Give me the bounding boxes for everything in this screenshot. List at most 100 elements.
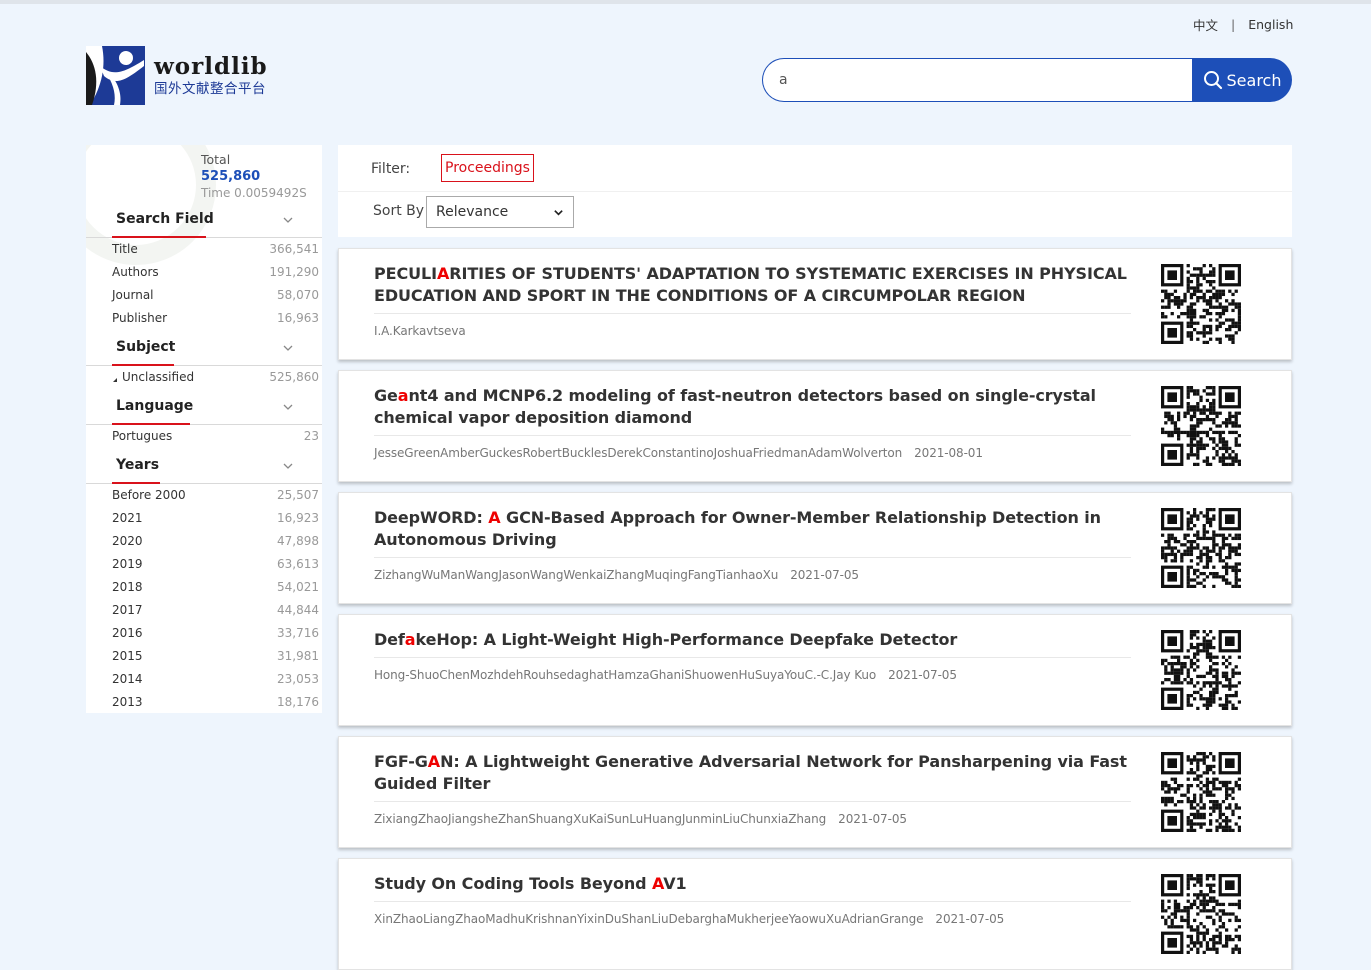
facet-row-count: 25,507 [277,488,319,502]
facet-row[interactable]: 2013 18,176 [86,691,322,713]
facet-row-count: 18,176 [277,695,319,709]
result-card: DeepWORD: A GCN-Based Approach for Owner… [338,492,1292,604]
facet-row[interactable]: 2017 44,844 [86,599,322,622]
search-bar: Search [762,58,1292,102]
facet-row-count: 54,021 [277,580,319,594]
filter-chip-proceedings[interactable]: Proceedings [441,154,534,182]
result-title-link[interactable]: FGF-GAN: A Lightweight Generative Advers… [374,751,1134,795]
facet-header[interactable]: Language [86,394,322,425]
facet-row[interactable]: Title 366,541 [86,238,322,261]
facet-language: Language Portugues 23 [86,394,322,448]
facet-row[interactable]: Unclassified 525,860 [86,366,322,389]
result-summary: Total 525,860 Time 0.0059492S [201,151,307,202]
facet-header[interactable]: Years [86,453,322,484]
facet-header[interactable]: Search Field [86,207,322,238]
title-highlight: A [436,264,450,283]
sort-select[interactable]: Relevance [426,196,574,228]
expand-triangle-icon[interactable] [113,378,117,382]
lang-separator: | [1231,17,1236,32]
authors-text: Hong-ShuoChenMozhdehRouhsedaghatHamzaGha… [374,668,877,682]
facet-row-count: 33,716 [277,626,319,640]
sort-selected-value: Relevance [436,204,509,220]
facet-row-count: 525,860 [269,370,319,384]
facet-row-count: 191,290 [269,265,319,279]
facet-row-label: 2013 [112,695,143,709]
result-authors[interactable]: ZixiangZhaoJiangsheZhanShuangXuKaiSunLuH… [374,812,907,826]
result-date: 2021-07-05 [888,668,957,682]
result-title-link[interactable]: PECULIARITIES OF STUDENTS' ADAPTATION TO… [374,263,1134,307]
logo-mark-icon [86,46,145,105]
facet-row-count: 47,898 [277,534,319,548]
title-highlight: A [427,752,441,771]
facet-title: Years [116,457,160,473]
result-authors[interactable]: JesseGreenAmberGuckesRobertBucklesDerekC… [374,446,983,460]
facet-row[interactable]: 2016 33,716 [86,622,322,645]
facet-row-count: 16,923 [277,511,319,525]
facet-row[interactable]: 2014 23,053 [86,668,322,691]
lang-en-link[interactable]: English [1248,17,1293,32]
facet-row[interactable]: Publisher 16,963 [86,307,322,330]
facet-row-count: 44,844 [277,603,319,617]
title-highlight: a [404,630,416,649]
facet-row-count: 31,981 [277,649,319,663]
result-title-link[interactable]: Geant4 and MCNP6.2 modeling of fast-neut… [374,385,1134,429]
result-card: Study On Coding Tools Beyond AV1 XinZhao… [338,858,1292,970]
authors-text: ZixiangZhaoJiangsheZhanShuangXuKaiSunLuH… [374,812,827,826]
facet-row-label: Before 2000 [112,488,186,502]
result-authors[interactable]: XinZhaoLiangZhaoMadhuKrishnanYixinDuShan… [374,912,1004,926]
site-logo[interactable]: worldlib 国外文献整合平台 [86,46,268,105]
title-highlight: a [397,386,409,405]
divider [374,901,1131,902]
facet-header[interactable]: Subject [86,335,322,366]
facet-row-label: Journal [112,288,154,302]
facet-row[interactable]: 2020 47,898 [86,530,322,553]
result-title-link[interactable]: DeepWORD: A GCN-Based Approach for Owner… [374,507,1134,551]
search-icon [1203,71,1222,90]
total-count: 525,860 [201,169,261,184]
search-button-label: Search [1226,70,1282,90]
result-title-link[interactable]: DefakeHop: A Light-Weight High-Performan… [374,629,1134,651]
facet-title: Subject [116,339,176,355]
facet-row-count: 366,541 [269,242,319,256]
authors-text: JesseGreenAmberGuckesRobertBucklesDerekC… [374,446,903,460]
facet-row[interactable]: 2018 54,021 [86,576,322,599]
result-authors[interactable]: I.A.Karkavtseva [374,324,466,338]
title-text: DeepWORD: [374,508,489,527]
facet-row[interactable]: Journal 58,070 [86,284,322,307]
facet-row[interactable]: Authors 191,290 [86,261,322,284]
facet-row-label: 2015 [112,649,143,663]
authors-text: ZizhangWuManWangJasonWangWenkaiZhangMuqi… [374,568,779,582]
search-input[interactable] [762,58,1192,102]
facet-row[interactable]: Before 2000 25,507 [86,484,322,507]
facet-row[interactable]: 2021 16,923 [86,507,322,530]
facet-row-count: 58,070 [277,288,319,302]
facet-row-label: 2019 [112,557,143,571]
facet-row-label: 2018 [112,580,143,594]
divider [374,313,1131,314]
facet-row-label: Publisher [112,311,168,325]
title-highlight: A [652,874,664,893]
facet-row-label: 2017 [112,603,143,617]
lang-zh-link[interactable]: 中文 [1193,15,1218,34]
facet-row[interactable]: 2015 31,981 [86,645,322,668]
result-title-link[interactable]: Study On Coding Tools Beyond AV1 [374,873,1134,895]
logo-name: worldlib [154,53,268,80]
filter-label: Filter: [371,161,411,177]
facet-row-label: Portugues [112,429,173,443]
title-text: Ge [374,386,398,405]
facet-row[interactable]: 2019 63,613 [86,553,322,576]
facet-row-count: 63,613 [277,557,319,571]
result-date: 2021-07-05 [790,568,859,582]
search-button[interactable]: Search [1192,58,1292,102]
facet-row-count: 16,963 [277,311,319,325]
title-text: Study On Coding Tools Beyond [374,874,652,893]
qr-code-icon [1161,386,1241,466]
facet-row[interactable]: Portugues 23 [86,425,322,448]
facet-row-label: Unclassified [122,370,195,384]
result-authors[interactable]: Hong-ShuoChenMozhdehRouhsedaghatHamzaGha… [374,668,957,682]
facet-years: Years Before 2000 25,507 2021 16,923 2020 4… [86,453,322,713]
facet-title: Language [116,398,194,414]
facet-row-count: 23 [303,429,319,443]
title-text: keHop: A Light-Weight High-Performance D… [415,630,958,649]
result-authors[interactable]: ZizhangWuManWangJasonWangWenkaiZhangMuqi… [374,568,859,582]
